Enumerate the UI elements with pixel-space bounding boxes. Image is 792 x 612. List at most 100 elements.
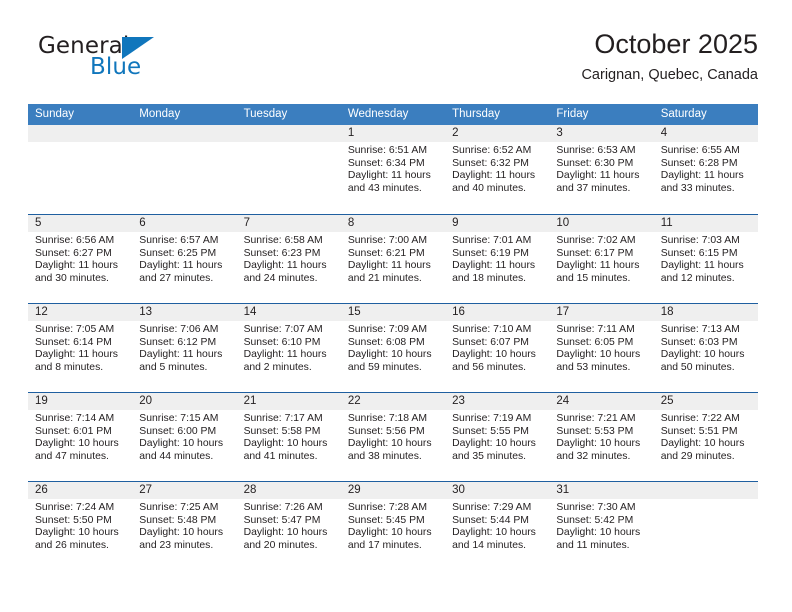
day-details: Sunrise: 6:55 AM Sunset: 6:28 PM Daylight:… [654,142,758,195]
calendar-day-cell[interactable]: 11 Sunrise: 7:03 AM Sunset: 6:15 PM Dayligh… [653,215,758,303]
weekday-header-row: Sunday Monday Tuesday Wednesday Thursday… [28,104,758,125]
calendar-day-cell[interactable]: 28 Sunrise: 7:26 AM Sunset: 5:47 PM Dayligh… [236,482,341,570]
sunrise-text: Sunrise: 7:26 AM [243,502,323,513]
calendar-day-cell[interactable]: 18 Sunrise: 7:13 AM Sunset: 6:03 PM Dayligh… [653,304,758,392]
day-number: 5 [28,215,133,232]
day-number: 27 [132,482,237,499]
sunset-text: Sunset: 6:00 PM [139,425,217,437]
calendar-week-host: 1 Sunrise: 6:51 AM Sunset: 6:34 PM Daylight… [28,125,758,570]
calendar-day-cell[interactable]: 21 Sunrise: 7:17 AM Sunset: 5:58 PM Dayligh… [236,393,341,481]
day-number [653,482,758,499]
calendar-day-cell[interactable]: 10 Sunrise: 7:02 AM Sunset: 6:17 PM Dayligh… [549,215,654,303]
daylight-text: Daylight: 10 hours and 26 minutes. [35,527,119,551]
sunset-text: Sunset: 5:56 PM [347,425,425,437]
calendar-day-cell[interactable]: 17 Sunrise: 7:11 AM Sunset: 6:05 PM Dayligh… [549,304,654,392]
page-title: October 2025 [594,29,758,59]
sunrise-text: Sunrise: 7:10 AM [452,324,532,335]
day-details: Sunrise: 6:56 AM Sunset: 6:27 PM Daylight:… [28,232,132,285]
sunset-text: Sunset: 6:14 PM [35,336,112,348]
calendar-day-cell[interactable]: 19 Sunrise: 7:14 AM Sunset: 6:01 PM Dayligh… [28,393,133,481]
sunset-text: Sunset: 5:45 PM [347,514,425,526]
calendar-day-cell[interactable]: 1 Sunrise: 6:51 AM Sunset: 6:34 PM Daylight… [340,125,446,214]
calendar-day-cell[interactable]: 5 Sunrise: 6:56 AM Sunset: 6:27 PM Daylight… [28,215,133,303]
calendar-day-cell[interactable]: 16 Sunrise: 7:10 AM Sunset: 6:07 PM Dayligh… [445,304,550,392]
general-blue-logo[interactable]: General Blue [38,33,238,89]
sunrise-text: Sunrise: 7:11 AM [556,324,635,335]
day-number: 22 [340,393,446,410]
sunrise-text: Sunrise: 6:52 AM [452,145,532,156]
day-number: 21 [236,393,341,410]
page-header: General Blue October 2025 Carignan, Queb… [0,0,792,100]
calendar-grid: Sunday Monday Tuesday Wednesday Thursday… [28,104,758,570]
sunset-text: Sunset: 5:47 PM [243,514,321,526]
sunset-text: Sunset: 5:53 PM [556,425,634,437]
calendar-day-cell-empty [132,125,237,214]
day-number: 30 [445,482,550,499]
daylight-text: Daylight: 10 hours and 38 minutes. [347,438,432,462]
calendar-day-cell[interactable]: 4 Sunrise: 6:55 AM Sunset: 6:28 PM Daylight… [653,125,758,214]
day-details: Sunrise: 7:14 AM Sunset: 6:01 PM Daylight:… [28,410,132,463]
sunset-text: Sunset: 6:32 PM [452,157,529,169]
calendar-day-cell-empty [236,125,341,214]
calendar-day-cell[interactable]: 26 Sunrise: 7:24 AM Sunset: 5:50 PM Dayligh… [28,482,133,570]
calendar-day-cell[interactable]: 29 Sunrise: 7:28 AM Sunset: 5:45 PM Dayligh… [340,482,446,570]
sunrise-text: Sunrise: 7:17 AM [243,413,323,424]
sunrise-text: Sunrise: 6:51 AM [347,145,427,156]
sunset-text: Sunset: 6:12 PM [139,336,217,348]
calendar-day-cell[interactable]: 13 Sunrise: 7:06 AM Sunset: 6:12 PM Dayligh… [132,304,237,392]
daylight-text: Daylight: 10 hours and 41 minutes. [243,438,328,462]
calendar-day-cell[interactable]: 20 Sunrise: 7:15 AM Sunset: 6:00 PM Dayligh… [132,393,237,481]
day-number: 28 [236,482,341,499]
calendar-day-cell[interactable]: 25 Sunrise: 7:22 AM Sunset: 5:51 PM Dayligh… [653,393,758,481]
sunrise-text: Sunrise: 7:05 AM [35,324,115,335]
day-details: Sunrise: 7:29 AM Sunset: 5:44 PM Daylight:… [445,499,549,552]
daylight-text: Daylight: 10 hours and 23 minutes. [139,527,224,551]
sunrise-text: Sunrise: 6:53 AM [556,145,636,156]
calendar-day-cell[interactable]: 31 Sunrise: 7:30 AM Sunset: 5:42 PM Dayligh… [549,482,654,570]
calendar-day-cell[interactable]: 2 Sunrise: 6:52 AM Sunset: 6:32 PM Daylight… [445,125,550,214]
day-number: 17 [549,304,654,321]
calendar-day-cell[interactable]: 14 Sunrise: 7:07 AM Sunset: 6:10 PM Dayligh… [236,304,341,392]
day-details: Sunrise: 7:10 AM Sunset: 6:07 PM Daylight:… [445,321,549,374]
calendar-day-cell[interactable]: 9 Sunrise: 7:01 AM Sunset: 6:19 PM Daylight… [445,215,550,303]
calendar-day-cell[interactable]: 7 Sunrise: 6:58 AM Sunset: 6:23 PM Daylight… [236,215,341,303]
calendar-day-cell[interactable]: 24 Sunrise: 7:21 AM Sunset: 5:53 PM Dayligh… [549,393,654,481]
day-details: Sunrise: 7:30 AM Sunset: 5:42 PM Daylight:… [549,499,653,552]
calendar-week-row: 12 Sunrise: 7:05 AM Sunset: 6:14 PM Dayligh… [28,303,758,392]
day-details: Sunrise: 7:21 AM Sunset: 5:53 PM Daylight:… [549,410,653,463]
day-number: 29 [340,482,446,499]
calendar-day-cell[interactable]: 8 Sunrise: 7:00 AM Sunset: 6:21 PM Daylight… [340,215,446,303]
calendar-week-row: 19 Sunrise: 7:14 AM Sunset: 6:01 PM Dayligh… [28,392,758,481]
day-details: Sunrise: 6:52 AM Sunset: 6:32 PM Daylight:… [445,142,549,195]
day-number: 16 [445,304,550,321]
day-number: 12 [28,304,133,321]
calendar-day-cell[interactable]: 22 Sunrise: 7:18 AM Sunset: 5:56 PM Dayligh… [340,393,446,481]
calendar-day-cell[interactable]: 30 Sunrise: 7:29 AM Sunset: 5:44 PM Dayligh… [445,482,550,570]
day-details: Sunrise: 7:22 AM Sunset: 5:51 PM Daylight:… [654,410,758,463]
day-number: 8 [340,215,446,232]
day-details: Sunrise: 7:07 AM Sunset: 6:10 PM Daylight:… [237,321,341,374]
day-number: 9 [445,215,550,232]
sunset-text: Sunset: 6:23 PM [243,247,321,259]
sunset-text: Sunset: 5:51 PM [660,425,738,437]
calendar-day-cell[interactable]: 27 Sunrise: 7:25 AM Sunset: 5:48 PM Dayligh… [132,482,237,570]
calendar-day-cell[interactable]: 6 Sunrise: 6:57 AM Sunset: 6:25 PM Daylight… [132,215,237,303]
sunrise-text: Sunrise: 7:00 AM [347,235,427,246]
calendar-day-cell[interactable]: 12 Sunrise: 7:05 AM Sunset: 6:14 PM Dayligh… [28,304,133,392]
weekday-header-tuesday: Tuesday [243,108,288,120]
day-details: Sunrise: 6:51 AM Sunset: 6:34 PM Daylight:… [341,142,445,195]
sunset-text: Sunset: 6:07 PM [452,336,529,348]
calendar-day-cell[interactable]: 23 Sunrise: 7:19 AM Sunset: 5:55 PM Dayligh… [445,393,550,481]
daylight-text: Daylight: 10 hours and 53 minutes. [556,349,641,373]
sunrise-text: Sunrise: 7:24 AM [35,502,115,513]
calendar-day-cell[interactable]: 15 Sunrise: 7:09 AM Sunset: 6:08 PM Dayligh… [340,304,446,392]
sunrise-text: Sunrise: 6:56 AM [35,235,115,246]
day-number: 24 [549,393,654,410]
daylight-text: Daylight: 11 hours and 43 minutes. [347,170,431,194]
calendar-day-cell-empty [28,125,133,214]
day-details: Sunrise: 6:53 AM Sunset: 6:30 PM Daylight:… [549,142,653,195]
sunset-text: Sunset: 6:08 PM [347,336,425,348]
calendar-day-cell[interactable]: 3 Sunrise: 6:53 AM Sunset: 6:30 PM Daylight… [549,125,654,214]
day-details: Sunrise: 7:01 AM Sunset: 6:19 PM Daylight:… [445,232,549,285]
sunrise-text: Sunrise: 7:30 AM [556,502,636,513]
